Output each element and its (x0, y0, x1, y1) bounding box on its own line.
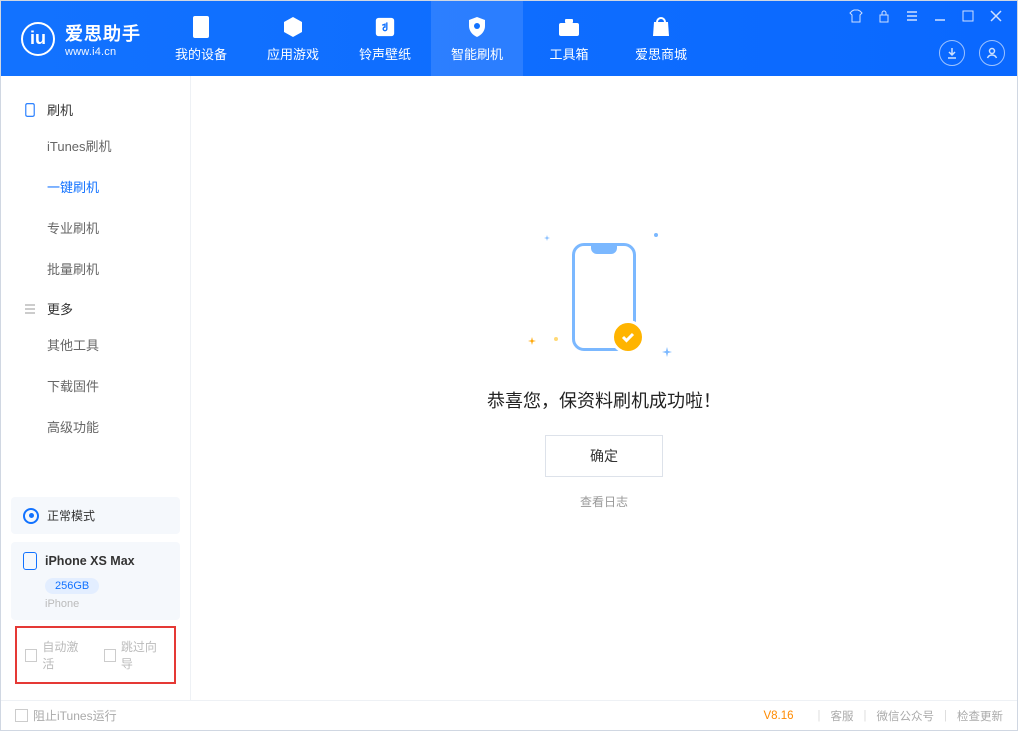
checkbox-auto-activate[interactable]: 自动激活 (25, 638, 88, 672)
list-icon (23, 302, 37, 316)
menu-icon[interactable] (903, 7, 921, 25)
status-bar: 阻止iTunes运行 V8.16 | 客服 | 微信公众号 | 检查更新 (1, 700, 1017, 730)
checkbox-label: 阻止iTunes运行 (33, 707, 117, 724)
sidebar-item-itunes-flash[interactable]: iTunes刷机 (1, 125, 190, 166)
shield-icon (464, 14, 490, 40)
logo-icon: iu (21, 22, 55, 56)
sidebar-section-more: 更多 (1, 289, 190, 324)
sidebar-item-oneclick-flash[interactable]: 一键刷机 (1, 166, 190, 207)
music-icon (372, 14, 398, 40)
phone-illustration (514, 227, 694, 367)
link-wechat[interactable]: 微信公众号 (877, 708, 935, 724)
device-type: iPhone (45, 598, 168, 610)
user-icon[interactable] (979, 40, 1005, 66)
close-icon[interactable] (987, 7, 1005, 25)
tab-my-device[interactable]: 我的设备 (155, 1, 247, 76)
download-icon[interactable] (939, 40, 965, 66)
status-icon (23, 508, 39, 524)
maximize-icon[interactable] (959, 7, 977, 25)
checkbox-icon (25, 649, 37, 662)
sidebar-item-other-tools[interactable]: 其他工具 (1, 324, 190, 365)
checkbox-highlight-frame: 自动激活 跳过向导 (15, 626, 176, 684)
tab-label: 应用游戏 (267, 44, 319, 63)
tab-smart-flash[interactable]: 智能刷机 (431, 1, 523, 76)
tab-ringtones-wallpapers[interactable]: 铃声壁纸 (339, 1, 431, 76)
phone-icon (23, 103, 37, 117)
result-panel: 恭喜您，保资料刷机成功啦！ 确定 查看日志 (487, 227, 721, 510)
checkbox-skip-guide[interactable]: 跳过向导 (104, 638, 167, 672)
sidebar-item-advanced[interactable]: 高级功能 (1, 406, 190, 447)
toolbox-icon (556, 14, 582, 40)
window-controls (847, 7, 1005, 25)
tab-store[interactable]: 爱思商城 (615, 1, 707, 76)
status-mode-card[interactable]: 正常模式 (11, 497, 180, 534)
version-label: V8.16 (763, 710, 793, 722)
status-mode-label: 正常模式 (47, 507, 95, 524)
sidebar-item-batch-flash[interactable]: 批量刷机 (1, 248, 190, 289)
success-check-icon (611, 320, 645, 354)
link-support[interactable]: 客服 (831, 708, 854, 724)
tab-label: 智能刷机 (451, 44, 503, 63)
phone-icon (23, 552, 37, 570)
tab-toolbox[interactable]: 工具箱 (523, 1, 615, 76)
tab-label: 工具箱 (549, 44, 588, 63)
device-name: iPhone XS Max (45, 554, 135, 568)
header-bar: iu 爱思助手 www.i4.cn 我的设备 应用游戏 铃声壁纸 智能刷机 工具… (1, 1, 1017, 76)
sidebar-section-label: 刷机 (47, 100, 73, 119)
device-icon (188, 14, 214, 40)
checkbox-block-itunes[interactable]: 阻止iTunes运行 (15, 707, 117, 724)
tab-apps-games[interactable]: 应用游戏 (247, 1, 339, 76)
checkbox-label: 跳过向导 (121, 638, 166, 672)
lock-icon[interactable] (875, 7, 893, 25)
tab-label: 爱思商城 (635, 44, 687, 63)
tshirt-icon[interactable] (847, 7, 865, 25)
device-storage: 256GB (45, 578, 99, 594)
sidebar: 刷机 iTunes刷机 一键刷机 专业刷机 批量刷机 更多 其他工具 下载固件 … (1, 76, 191, 700)
bag-icon (648, 14, 674, 40)
logo-area: iu 爱思助手 www.i4.cn (1, 1, 155, 76)
minimize-icon[interactable] (931, 7, 949, 25)
sidebar-section-flash: 刷机 (1, 90, 190, 125)
link-check-update[interactable]: 检查更新 (957, 708, 1003, 724)
tab-label: 铃声壁纸 (359, 44, 411, 63)
device-card[interactable]: iPhone XS Max 256GB iPhone (11, 542, 180, 620)
sidebar-item-download-firmware[interactable]: 下载固件 (1, 365, 190, 406)
checkbox-label: 自动激活 (42, 638, 87, 672)
checkbox-icon (15, 709, 28, 722)
cube-icon (280, 14, 306, 40)
view-log-link[interactable]: 查看日志 (580, 493, 628, 510)
app-url: www.i4.cn (65, 46, 141, 58)
confirm-button[interactable]: 确定 (545, 435, 663, 477)
sidebar-item-pro-flash[interactable]: 专业刷机 (1, 207, 190, 248)
app-name: 爱思助手 (65, 20, 141, 46)
tab-label: 我的设备 (175, 44, 227, 63)
main-content: 恭喜您，保资料刷机成功啦！ 确定 查看日志 (191, 76, 1017, 700)
nav-tabs: 我的设备 应用游戏 铃声壁纸 智能刷机 工具箱 爱思商城 (155, 1, 707, 76)
result-message: 恭喜您，保资料刷机成功啦！ (487, 387, 721, 413)
checkbox-icon (104, 649, 116, 662)
sidebar-section-label: 更多 (47, 299, 73, 318)
